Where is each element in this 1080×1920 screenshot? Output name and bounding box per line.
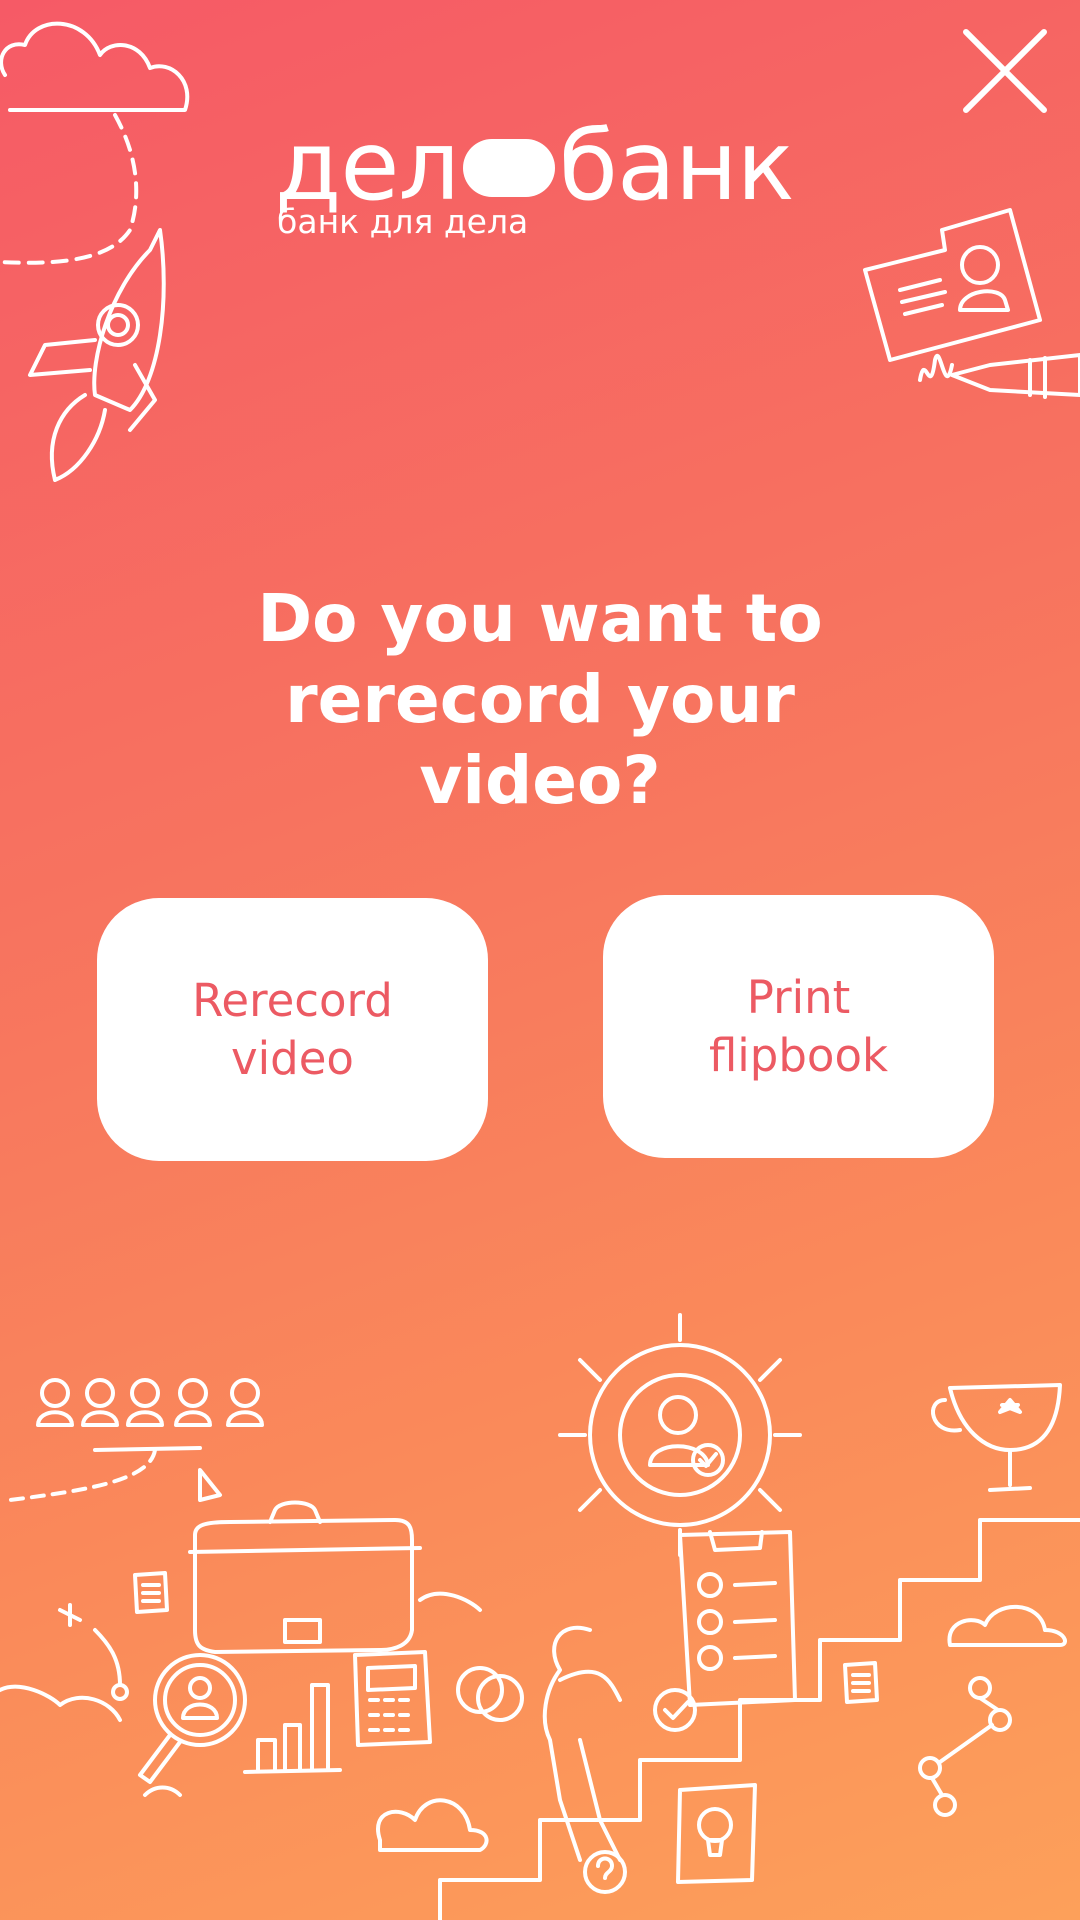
document-icon — [133, 1571, 169, 1614]
calculator-icon — [353, 1650, 432, 1747]
cloud-icon — [0, 1684, 122, 1722]
rocket-illustration — [0, 0, 200, 490]
stairs-icon — [438, 1518, 1080, 1920]
cloud-icon — [0, 21, 190, 112]
logo-pill-icon — [462, 139, 555, 197]
rerecord-question: Do you want to rerecord your video? — [257, 580, 823, 819]
document-icon — [843, 1661, 879, 1704]
gear-icon — [558, 1313, 802, 1557]
arrow-icon — [93, 1628, 122, 1687]
flipbook-rerecord-screen: дел банк банк для дела Do you want to rer… — [0, 0, 1080, 1920]
person-icon — [542, 1625, 622, 1862]
logo-tagline: банк для дела — [277, 202, 529, 241]
team-icon — [8, 1378, 264, 1502]
rerecord-video-button[interactable]: Rerecord video — [97, 898, 488, 1161]
rocket-icon — [28, 228, 166, 482]
id-card-illustration — [860, 200, 1080, 410]
pen-icon — [918, 353, 1080, 399]
rerecord-video-label: Rerecord video — [192, 973, 393, 1085]
logo-word-right: банк — [558, 110, 795, 222]
delobank-logo: дел банк банк для дела — [275, 118, 805, 248]
logo-wordmark: дел банк — [275, 118, 795, 214]
magnifier-icon — [138, 1653, 247, 1784]
lightbulb-icon — [676, 1783, 757, 1884]
business-illustration — [0, 1300, 1080, 1920]
bar-chart-icon — [243, 1683, 342, 1774]
close-icon — [963, 29, 1047, 113]
print-flipbook-button[interactable]: Print flipbook — [603, 895, 994, 1158]
close-button[interactable] — [960, 26, 1050, 116]
clipboard-icon — [678, 1530, 797, 1707]
print-flipbook-label: Print flipbook — [708, 970, 889, 1082]
cloud-icon — [947, 1604, 1067, 1647]
cloud-icon — [418, 1591, 482, 1612]
cloud-icon — [376, 1798, 489, 1852]
sparkle-icon — [58, 1603, 82, 1627]
trophy-icon — [931, 1383, 1062, 1492]
network-icon — [918, 1676, 1012, 1817]
briefcase-icon — [188, 1500, 422, 1654]
check-icon — [653, 1688, 697, 1732]
id-card-icon — [863, 208, 1042, 362]
